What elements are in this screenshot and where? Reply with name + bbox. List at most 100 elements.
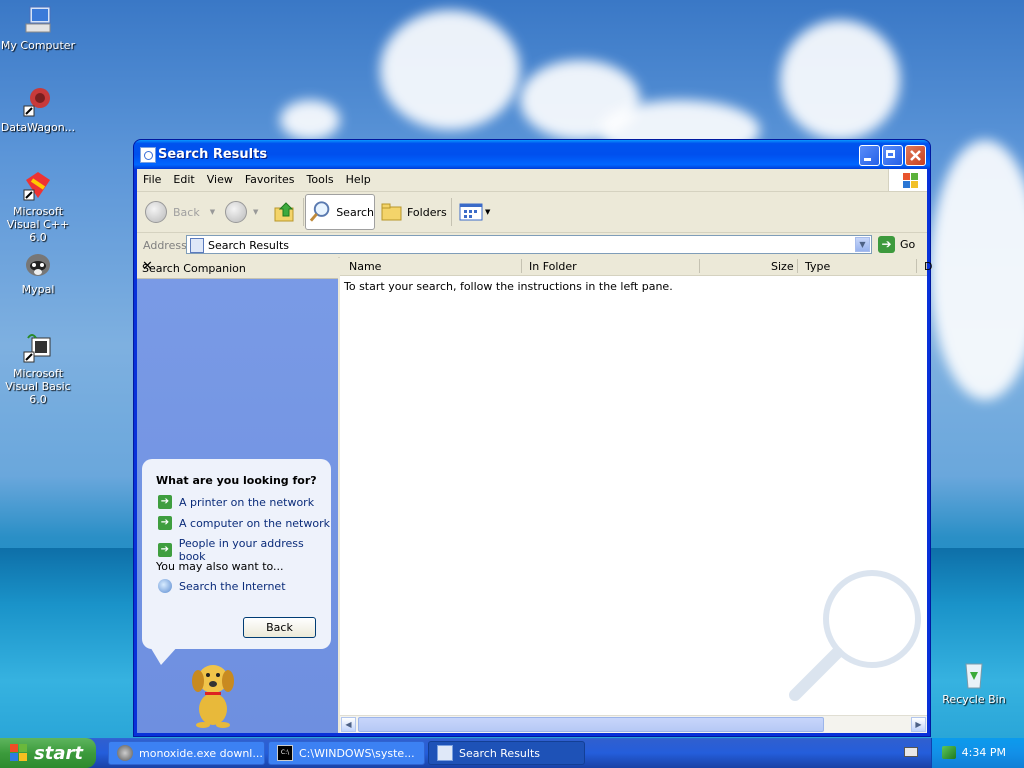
cloud	[280, 100, 340, 140]
desktop-icon-visual-basic[interactable]: Microsoft Visual Basic 6.0	[0, 332, 76, 406]
bubble-tail	[149, 645, 179, 665]
close-companion-icon[interactable]: ✕	[142, 259, 332, 274]
option-search-internet[interactable]: Search the Internet	[158, 579, 286, 593]
title-bar[interactable]: Search Results	[134, 140, 930, 169]
menu-favorites[interactable]: Favorites	[239, 169, 301, 186]
back-button[interactable]: Back ▼	[145, 196, 215, 228]
search-results-window: Search Results File Edit View Favorites Tool…	[133, 139, 932, 737]
keyboard-icon[interactable]	[904, 747, 918, 757]
cloud	[930, 140, 1024, 400]
address-value: Search Results	[208, 239, 290, 252]
search-dog-icon	[192, 665, 234, 728]
close-button[interactable]	[905, 145, 926, 166]
column-headers: Name In Folder Size Type D	[340, 257, 932, 276]
taskbar-item-cmd[interactable]: C:\ C:\WINDOWS\syste...	[268, 741, 425, 765]
up-folder-button[interactable]	[273, 196, 297, 228]
desktop-icon-visual-cpp[interactable]: Microsoft Visual C++ 6.0	[0, 170, 76, 244]
folders-button[interactable]: Folders	[381, 196, 447, 228]
views-button[interactable]: ▼	[459, 196, 490, 228]
desktop-icon-mypal[interactable]: Mypal	[0, 248, 76, 296]
windows-logo-icon	[10, 744, 28, 762]
also-want-text: You may also want to...	[156, 560, 284, 573]
command-prompt-icon: C:\	[277, 745, 293, 761]
search-button[interactable]: Search	[305, 194, 375, 230]
desktop-icon-label: Mypal	[21, 283, 55, 296]
results-pane: Name In Folder Size Type D To start your…	[340, 257, 932, 733]
desktop-icon-label: Microsoft Visual Basic 6.0	[5, 367, 71, 406]
search-companion-pane: Search Companion ✕ What are you looking …	[137, 257, 338, 733]
maximize-icon	[886, 150, 895, 158]
desktop-icon-label: DataWagon...	[0, 121, 76, 134]
option-printer[interactable]: ➔ A printer on the network	[158, 495, 314, 509]
desktop-icon-label: Microsoft Visual C++ 6.0	[6, 205, 70, 244]
menu-file[interactable]: File	[137, 169, 167, 186]
magnifier-watermark-icon	[789, 570, 921, 701]
views-icon	[459, 203, 483, 221]
up-folder-icon	[274, 202, 294, 222]
go-button[interactable]: ➔ Go	[878, 236, 915, 253]
option-label: Search the Internet	[179, 579, 286, 593]
scroll-right-button[interactable]: ▶	[911, 717, 926, 732]
start-label: start	[34, 742, 83, 764]
search-window-icon	[140, 147, 156, 163]
taskbar-item-search-results[interactable]: Search Results	[428, 741, 585, 765]
menu-edit[interactable]: Edit	[167, 169, 200, 186]
search-companion-bubble: What are you looking for? ➔ A printer on …	[142, 459, 331, 649]
column-size[interactable]: Size	[771, 260, 794, 273]
column-date[interactable]: D	[924, 260, 932, 273]
scroll-thumb[interactable]	[358, 717, 824, 732]
column-divider[interactable]	[699, 259, 700, 273]
desktop-icon-datawagon[interactable]: DataWagon...	[0, 86, 76, 134]
start-button[interactable]: start	[0, 738, 96, 768]
taskbar-item-label: C:\WINDOWS\syste...	[299, 746, 415, 760]
mypal-icon	[117, 745, 133, 761]
chevron-down-icon: ▼	[209, 208, 216, 216]
taskbar-item-label: monoxide.exe downl...	[139, 746, 263, 760]
window-title: Search Results	[158, 147, 268, 162]
search-companion-header: Search Companion ✕	[137, 257, 338, 279]
column-divider[interactable]	[916, 259, 917, 273]
menu-bar: File Edit View Favorites Tools Help	[137, 169, 927, 192]
menu-tools[interactable]: Tools	[301, 169, 340, 186]
toolbar-separator	[451, 198, 452, 226]
companion-back-button[interactable]: Back	[243, 617, 316, 638]
address-dropdown-button[interactable]: ▼	[855, 237, 870, 252]
visual-cpp-icon	[23, 172, 50, 201]
globe-search-icon	[158, 579, 172, 593]
taskbar-item-label: Search Results	[459, 746, 541, 760]
column-in-folder[interactable]: In Folder	[529, 260, 577, 273]
menu-help[interactable]: Help	[340, 169, 377, 186]
desktop-icon-recycle-bin[interactable]: Recycle Bin	[936, 658, 1012, 706]
taskbar-item-monoxide[interactable]: monoxide.exe downl...	[108, 741, 265, 765]
cloud	[380, 10, 520, 130]
column-type[interactable]: Type	[805, 260, 830, 273]
column-divider[interactable]	[521, 259, 522, 273]
system-tray: 4:34 PM	[931, 738, 1024, 768]
option-computer[interactable]: ➔ A computer on the network	[158, 516, 330, 530]
folders-icon	[381, 203, 402, 221]
column-name[interactable]: Name	[349, 260, 381, 273]
search-results-icon	[190, 238, 204, 253]
results-message: To start your search, follow the instruc…	[344, 280, 673, 293]
horizontal-scrollbar[interactable]: ◀ ▶	[340, 715, 927, 733]
column-divider[interactable]	[797, 259, 798, 273]
forward-button[interactable]: ▼	[225, 196, 258, 228]
network-icon[interactable]	[942, 746, 956, 759]
address-input[interactable]: Search Results ▼	[186, 235, 872, 254]
mypal-icon	[26, 254, 50, 276]
back-arrow-icon	[145, 201, 167, 223]
datawagon-icon	[23, 88, 50, 117]
chevron-down-icon: ▼	[253, 208, 259, 216]
search-window-icon	[437, 745, 453, 761]
desktop-icon-my-computer[interactable]: My Computer	[0, 4, 76, 52]
visual-basic-icon	[23, 334, 51, 363]
minimize-icon	[864, 158, 871, 161]
maximize-button[interactable]	[882, 145, 903, 166]
desktop-icon-label: My Computer	[0, 39, 76, 52]
green-arrow-icon: ➔	[158, 495, 172, 509]
scroll-left-button[interactable]: ◀	[341, 717, 356, 732]
menu-view[interactable]: View	[201, 169, 239, 186]
taskbar: start monoxide.exe downl... C:\ C:\WINDO…	[0, 738, 1024, 768]
minimize-button[interactable]	[859, 145, 880, 166]
clock[interactable]: 4:34 PM	[962, 746, 1006, 759]
